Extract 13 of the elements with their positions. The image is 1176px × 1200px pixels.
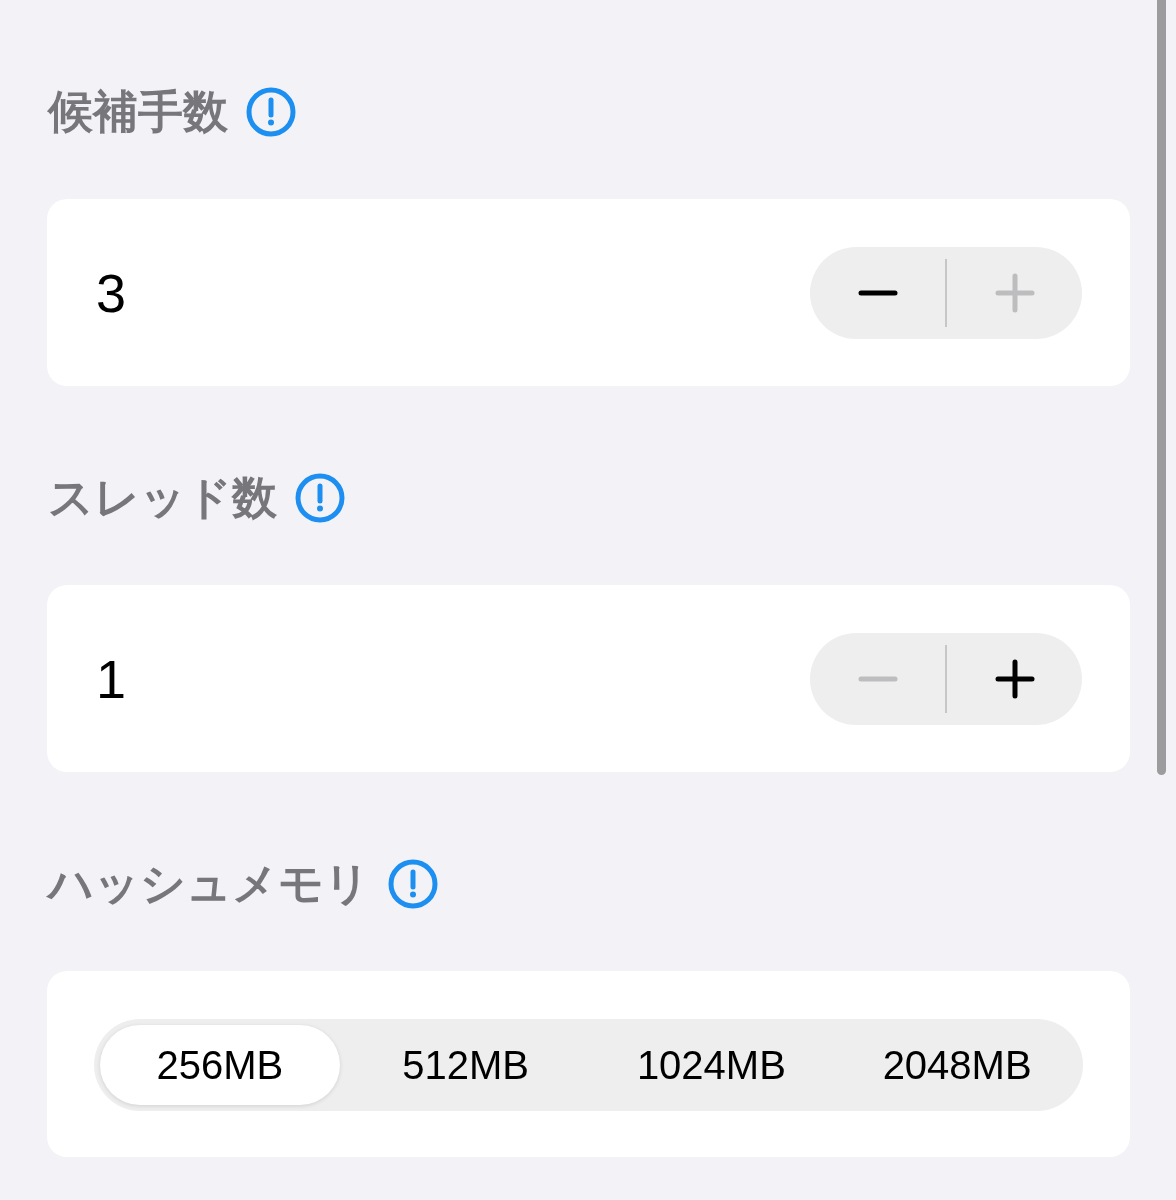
segment-option[interactable]: 1024MB — [591, 1025, 832, 1105]
info-icon[interactable] — [246, 87, 296, 137]
value-text: 1 — [96, 648, 127, 709]
section-title: 候補手数 — [48, 85, 228, 139]
section-title: スレッド数 — [48, 471, 277, 525]
info-icon[interactable] — [388, 859, 438, 909]
segment-option[interactable]: 2048MB — [837, 1025, 1077, 1105]
info-icon[interactable] — [295, 473, 345, 523]
segment-option[interactable]: 512MB — [345, 1025, 586, 1105]
value-text: 3 — [96, 262, 127, 323]
section-title: ハッシュメモリ — [48, 857, 370, 911]
segment-option[interactable]: 256MB — [100, 1025, 340, 1105]
scrollbar-thumb[interactable] — [1157, 0, 1166, 775]
